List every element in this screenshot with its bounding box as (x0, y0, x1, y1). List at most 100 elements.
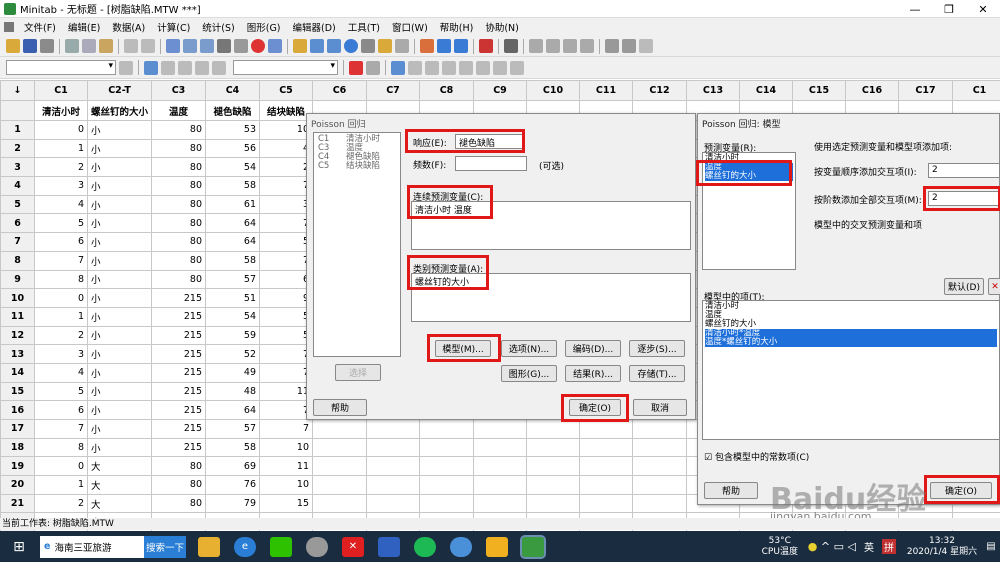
data-cell[interactable]: 7 (259, 344, 313, 364)
data-cell[interactable]: 10 (259, 437, 313, 458)
data-cell[interactable]: 大 (87, 475, 152, 495)
save-icon[interactable] (23, 39, 37, 53)
data-cell[interactable]: 58 (205, 250, 260, 271)
copy-icon[interactable] (82, 39, 96, 53)
polyline-tool-icon[interactable] (510, 60, 524, 75)
column-header[interactable]: C10 (526, 80, 580, 101)
column-header[interactable]: C5 (259, 80, 313, 101)
close-x-icon[interactable] (349, 60, 363, 75)
variable-list[interactable]: C1 清洁小时 C3 温度 C4 褪色缺陷 C5 结块缺陷 (313, 132, 401, 357)
data-cell[interactable]: 215 (151, 306, 206, 327)
brush-tool-icon[interactable] (212, 60, 226, 75)
data-cell[interactable] (312, 475, 367, 495)
data-cell[interactable] (526, 419, 580, 439)
column-header[interactable]: C15 (792, 80, 846, 101)
info-icon[interactable] (344, 39, 358, 53)
data-cell[interactable] (473, 419, 527, 439)
row-number[interactable]: 10 (0, 288, 35, 308)
data-cell[interactable]: 6 (259, 269, 313, 290)
replace-icon[interactable] (234, 39, 248, 53)
dot-tool-icon[interactable] (459, 60, 473, 75)
column-header[interactable]: C4 (205, 80, 260, 101)
data-cell[interactable]: 3 (34, 344, 88, 364)
row-number[interactable]: 3 (0, 157, 35, 178)
undo-icon[interactable] (124, 39, 138, 53)
menu-graph[interactable]: 图形(G) (241, 20, 287, 34)
data-cell[interactable]: 大 (87, 493, 152, 514)
data-cell[interactable]: 57 (205, 269, 260, 290)
data-cell[interactable]: 小 (87, 232, 152, 252)
tray-yellow-icon[interactable]: ● (808, 540, 818, 553)
network-icon[interactable]: ▭ (834, 540, 844, 553)
data-cell[interactable]: 小 (87, 288, 152, 308)
menu-tools[interactable]: 工具(T) (342, 20, 386, 34)
data-cell[interactable]: 小 (87, 176, 152, 196)
column-header[interactable]: C13 (686, 80, 740, 101)
data-cell[interactable]: 52 (205, 344, 260, 364)
windows-start-icon[interactable]: ⊞ (7, 537, 31, 557)
constant-checkbox[interactable]: ☑ (704, 453, 712, 463)
pointer-tool-icon[interactable] (391, 60, 405, 75)
column-name-cell[interactable]: 褪色缺陷 (205, 100, 260, 121)
data-cell[interactable]: 小 (87, 157, 152, 178)
data-cell[interactable]: 215 (151, 400, 206, 420)
data-cell[interactable]: 3 (34, 176, 88, 196)
yellow-app-icon[interactable] (486, 536, 508, 557)
data-cell[interactable]: 215 (151, 344, 206, 364)
data-cell[interactable]: 80 (151, 475, 206, 495)
data-cell[interactable]: 80 (151, 138, 206, 159)
graph-item-combo[interactable] (233, 60, 338, 75)
chevron-up-icon[interactable]: ^ (821, 540, 830, 553)
stop-icon[interactable] (251, 39, 265, 53)
column-header[interactable]: C16 (845, 80, 899, 101)
pen-icon[interactable] (622, 39, 636, 53)
data-cell[interactable]: 10 (259, 120, 313, 140)
edit-last-dialog-icon[interactable] (166, 39, 180, 53)
row-number[interactable]: 8 (0, 250, 35, 271)
list-icon[interactable] (454, 39, 468, 53)
data-cell[interactable]: 0 (34, 288, 88, 308)
flag-icon[interactable] (195, 60, 209, 75)
ime-pinyin-indicator[interactable]: 拼 (882, 539, 896, 554)
ellipse-tool-icon[interactable] (442, 60, 456, 75)
green-app-icon[interactable] (414, 536, 436, 557)
brush-mode-icon[interactable] (119, 60, 133, 75)
row-number[interactable]: 9 (0, 269, 35, 290)
column-header[interactable]: C3 (151, 80, 206, 101)
default-button[interactable]: 默认(D) (944, 278, 984, 295)
formula-icon[interactable] (504, 39, 518, 53)
row-number[interactable]: 15 (0, 381, 35, 402)
row-number[interactable]: 14 (0, 362, 35, 383)
data-cell[interactable]: 7 (259, 400, 313, 420)
data-cell[interactable] (473, 475, 527, 495)
data-cell[interactable]: 5 (259, 325, 313, 346)
data-cell[interactable] (366, 456, 420, 477)
data-cell[interactable]: 64 (205, 400, 260, 420)
crosshair-icon[interactable] (178, 60, 192, 75)
help-button[interactable]: 帮助 (313, 399, 367, 416)
data-cell[interactable]: 1 (34, 475, 88, 495)
menu-stat[interactable]: 统计(S) (196, 20, 240, 34)
data-cell[interactable] (526, 493, 580, 514)
column-header[interactable]: C2-T (87, 80, 152, 101)
data-cell[interactable]: 80 (151, 194, 206, 215)
text-tool-icon[interactable] (408, 60, 422, 75)
delete-icon[interactable] (580, 39, 594, 53)
terms-list[interactable]: 清洁小时 温度 螺丝钉的大小 清洁小时*温度 温度*螺丝钉的大小 (702, 300, 1000, 440)
data-cell[interactable]: 小 (87, 437, 152, 458)
data-cell[interactable]: 小 (87, 381, 152, 402)
data-cell[interactable]: 5 (259, 232, 313, 252)
column-name-cell[interactable]: 温度 (151, 100, 206, 121)
column-name-cell[interactable]: 清洁小时 (34, 100, 88, 121)
data-cell[interactable]: 0 (34, 456, 88, 477)
brush-icon[interactable] (605, 39, 619, 53)
polygon-tool-icon[interactable] (493, 60, 507, 75)
cancel-button[interactable]: 取消 (633, 399, 687, 416)
data-cell[interactable]: 4 (259, 138, 313, 159)
term-item[interactable]: 清洁小时 (705, 302, 997, 311)
data-cell[interactable]: 7 (259, 362, 313, 383)
data-cell[interactable] (366, 419, 420, 439)
select-mode-icon[interactable] (144, 60, 158, 75)
results-button[interactable]: 结果(R)... (565, 365, 621, 382)
data-cell[interactable]: 小 (87, 120, 152, 140)
